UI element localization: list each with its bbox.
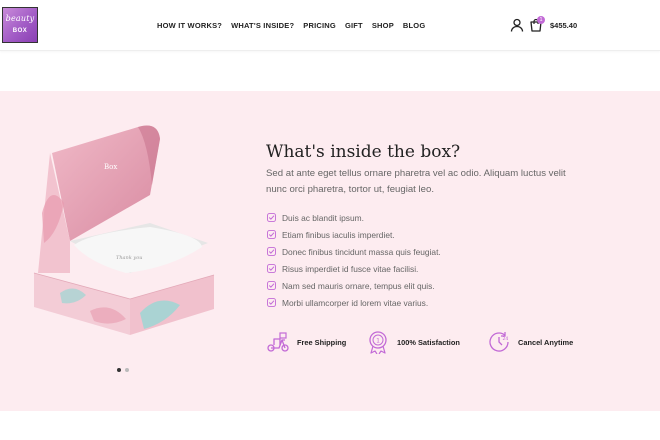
list-item: Etiam finibus iaculis imperdiet. bbox=[267, 226, 441, 243]
scooter-icon bbox=[267, 332, 289, 352]
slider-dots bbox=[117, 368, 129, 372]
nav-whats-inside[interactable]: WHAT'S INSIDE? bbox=[231, 21, 294, 30]
list-item-text: Duis ac blandit ipsum. bbox=[282, 212, 364, 223]
box-lid-back bbox=[52, 125, 160, 241]
list-item-text: Donec finibus tincidunt massa quis feugi… bbox=[282, 246, 441, 257]
feature-satisfaction: 1 100% Satisfaction bbox=[366, 330, 460, 354]
section-title: What's inside the box? bbox=[266, 142, 461, 162]
main-nav: HOW IT WORKS? WHAT'S INSIDE? PRICING GIF… bbox=[157, 21, 425, 30]
svg-text:1: 1 bbox=[376, 338, 380, 345]
site-header: beauty BOX HOW IT WORKS? WHAT'S INSIDE? … bbox=[0, 0, 660, 51]
list-item: Duis ac blandit ipsum. bbox=[267, 209, 441, 226]
check-icon bbox=[267, 230, 276, 239]
user-account-icon[interactable] bbox=[510, 18, 524, 32]
logo-script-text: beauty bbox=[5, 14, 35, 23]
list-item-text: Morbi ullamcorper id lorem vitae varius. bbox=[282, 297, 429, 308]
nav-shop[interactable]: SHOP bbox=[372, 21, 394, 30]
nav-pricing[interactable]: PRICING bbox=[303, 21, 336, 30]
cart-count-badge: 1 bbox=[537, 16, 545, 24]
lid-brand-label: Box bbox=[104, 163, 117, 171]
list-item-text: Nam sed mauris ornare, tempus elit quis. bbox=[282, 280, 435, 291]
list-item-text: Risus imperdiet id fusce vitae facilisi. bbox=[282, 263, 419, 274]
feature-label: Cancel Anytime bbox=[518, 337, 574, 347]
check-icon bbox=[267, 281, 276, 290]
slider-dot-1[interactable] bbox=[117, 368, 121, 372]
check-icon bbox=[267, 213, 276, 222]
list-item-text: Etiam finibus iaculis imperdiet. bbox=[282, 229, 395, 240]
product-box-image: Box Thank you bbox=[33, 125, 215, 335]
box-front-wall bbox=[34, 273, 130, 335]
brand-logo[interactable]: beauty BOX bbox=[2, 7, 38, 43]
list-item: Morbi ullamcorper id lorem vitae varius. bbox=[267, 294, 441, 311]
award-medal-icon: 1 bbox=[369, 331, 387, 354]
check-icon bbox=[267, 298, 276, 307]
card-text: Thank you bbox=[116, 255, 142, 261]
svg-text:24: 24 bbox=[503, 336, 509, 342]
slider-dot-2[interactable] bbox=[125, 368, 129, 372]
list-item: Donec finibus tincidunt massa quis feugi… bbox=[267, 243, 441, 260]
check-icon bbox=[267, 247, 276, 256]
nav-blog[interactable]: BLOG bbox=[403, 21, 425, 30]
clock-24-icon: 24 bbox=[489, 332, 509, 352]
feature-free-shipping: Free Shipping bbox=[266, 330, 346, 354]
features-list: Duis ac blandit ipsum. Etiam finibus iac… bbox=[267, 209, 441, 311]
feature-label: Free Shipping bbox=[297, 337, 347, 347]
logo-box-text: BOX bbox=[12, 28, 28, 34]
list-item: Nam sed mauris ornare, tempus elit quis. bbox=[267, 277, 441, 294]
nav-how-it-works[interactable]: HOW IT WORKS? bbox=[157, 21, 222, 30]
feature-cancel-anytime: 24 Cancel Anytime bbox=[487, 330, 573, 354]
whats-inside-section: Box Thank you What's inside the box? Sed… bbox=[0, 91, 660, 411]
list-item: Risus imperdiet id fusce vitae facilisi. bbox=[267, 260, 441, 277]
box-tissue-card bbox=[74, 227, 202, 273]
cart-total[interactable]: $455.40 bbox=[550, 21, 577, 30]
section-description: Sed at ante eget tellus ornare pharetra … bbox=[266, 168, 566, 195]
check-icon bbox=[267, 264, 276, 273]
nav-gift[interactable]: GIFT bbox=[345, 21, 363, 30]
feature-label: 100% Satisfaction bbox=[397, 337, 460, 347]
